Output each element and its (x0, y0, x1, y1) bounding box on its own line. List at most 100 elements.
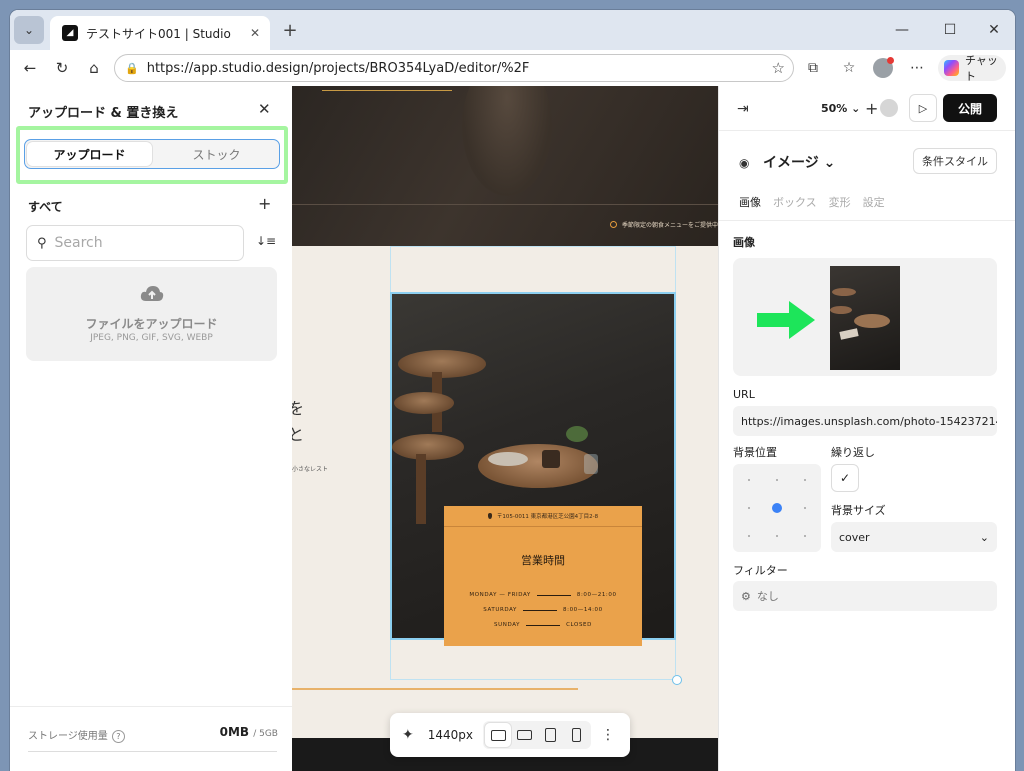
cloud-upload-icon (140, 286, 164, 301)
bg-size-select[interactable]: cover ⌄ (831, 522, 997, 552)
add-folder-button[interactable]: + (258, 194, 271, 213)
design-canvas[interactable]: 季節限定の朝食メニューをご提供中 を と 小さなレスト 〒105-0011 東京… (292, 86, 718, 771)
properties-panel: ⇥ 50% ⌄ + ▷ 公開 ◉ イメージ ⌄ 条件スタイル 画像 ボックス 変… (718, 86, 1015, 771)
arrow-right-icon (757, 301, 815, 339)
collapse-panel-icon[interactable]: ⇥ (737, 101, 749, 117)
storage-progress-track (28, 751, 277, 752)
bg-size-label: 背景サイズ (831, 504, 886, 517)
storage-usage: ストレージ使用量? 0MB / 5GB (10, 706, 292, 771)
extensions-icon[interactable]: ⧉ (800, 56, 826, 80)
tab-title: テストサイト001 | Studio (86, 26, 231, 41)
close-icon[interactable]: ✕ (258, 100, 271, 118)
repeat-checkbox[interactable]: ✓ (831, 464, 859, 492)
preview-button[interactable]: ▷ (909, 94, 937, 122)
breakpoint-width[interactable]: 1440px (428, 728, 473, 742)
upload-replace-panel: アップロード & 置き換え ✕ アップロード ストック すべて + ⚲ ↓≡ フ… (10, 86, 293, 771)
upload-dropzone[interactable]: ファイルをアップロード JPEG, PNG, GIF, SVG, WEBP (26, 267, 277, 361)
tab-transform[interactable]: 変形 (829, 194, 851, 210)
chevron-down-icon: ⌄ (23, 23, 35, 37)
dropzone-formats: JPEG, PNG, GIF, SVG, WEBP (90, 333, 213, 343)
new-tab-button[interactable]: + (278, 18, 302, 42)
close-icon[interactable]: ✕ (250, 26, 260, 40)
element-type-dropdown[interactable]: イメージ ⌄ (763, 152, 835, 172)
image-url-field[interactable]: https://images.unsplash.com/photo-154237… (733, 406, 997, 436)
tab-actions-menu[interactable]: ⌄ (14, 16, 44, 44)
section-text-fragment: 小さなレスト (292, 466, 329, 473)
visibility-icon[interactable]: ◉ (739, 156, 749, 170)
coffee-cup (542, 450, 560, 468)
tab-upload[interactable]: アップロード (27, 142, 152, 166)
circle-icon (610, 221, 617, 228)
mobile-icon[interactable] (563, 723, 589, 747)
divider (719, 220, 1015, 221)
hours-card: 〒105-0011 東京都港区芝公園4丁目2-8 営業時間 MONDAY — F… (444, 506, 642, 646)
hours-row: SUNDAY CLOSED (494, 622, 592, 628)
section-heading-fragment: を と (292, 399, 305, 444)
sparkle-icon[interactable]: ✦ (402, 727, 414, 743)
repeat-label: 繰り返し (831, 446, 875, 459)
maximize-button[interactable]: ☐ (932, 18, 968, 42)
address-url: https://app.studio.design/projects/BRO35… (146, 60, 530, 76)
back-button[interactable]: ← (16, 56, 44, 80)
url-label: URL (733, 388, 755, 401)
divider (719, 130, 1015, 131)
dropzone-title: ファイルをアップロード (85, 317, 218, 331)
help-icon[interactable]: ? (111, 730, 125, 743)
play-icon: ▷ (918, 101, 928, 115)
sort-icon[interactable]: ↓≡ (256, 234, 276, 248)
stool-leg (416, 454, 426, 524)
bg-position-center[interactable] (772, 503, 782, 513)
reload-button[interactable]: ↻ (48, 56, 76, 80)
home-button[interactable]: ⌂ (80, 56, 108, 80)
laptop-icon[interactable] (511, 723, 537, 747)
publish-button[interactable]: 公開 (943, 94, 997, 122)
section-label-all: すべて (28, 200, 63, 214)
conditional-style-button[interactable]: 条件スタイル (913, 148, 997, 174)
resize-handle[interactable] (672, 675, 682, 685)
tab-settings[interactable]: 設定 (863, 194, 885, 210)
favorite-star-icon[interactable]: ☆ (772, 59, 785, 77)
property-tabs: 画像 ボックス 変形 設定 (739, 194, 885, 210)
more-vertical-icon[interactable]: ⋮ (601, 727, 615, 743)
tab-image[interactable]: 画像 (739, 194, 761, 210)
plus-icon: + (865, 98, 879, 118)
more-menu-icon[interactable]: ⋯ (904, 56, 930, 80)
bg-position-label: 背景位置 (733, 446, 777, 459)
source-segmented-control: アップロード ストック (24, 139, 280, 169)
glass (584, 454, 598, 474)
profile-button[interactable] (870, 56, 896, 80)
cafe-table (478, 444, 598, 488)
storage-value: 0MB / 5GB (219, 725, 278, 739)
invite-collaborator[interactable]: + (865, 96, 905, 120)
tab-stock[interactable]: ストック (154, 140, 279, 168)
search-input[interactable] (52, 234, 227, 252)
bg-position-picker[interactable] (733, 464, 821, 552)
tab-box[interactable]: ボックス (773, 194, 817, 210)
address-bar[interactable]: 🔒 https://app.studio.design/projects/BRO… (114, 54, 794, 82)
child-box-guide (390, 640, 676, 680)
site-info-icon[interactable]: 🔒 (125, 62, 139, 75)
hours-row: SATURDAY 8:00—14:00 (483, 607, 603, 613)
address-row: 〒105-0011 東京都港区芝公園4丁目2-8 (444, 506, 642, 527)
hero-divider (292, 204, 718, 205)
tab-strip: ⌄ ◢ テストサイト001 | Studio ✕ + — ☐ ✕ (10, 10, 1015, 50)
avatar (873, 57, 894, 78)
favorites-icon[interactable]: ☆ (836, 56, 862, 80)
minimize-button[interactable]: — (884, 18, 920, 42)
hero-image (462, 86, 552, 196)
image-preview-box[interactable] (733, 258, 997, 376)
desktop-icon[interactable] (485, 723, 511, 747)
browser-tab[interactable]: ◢ テストサイト001 | Studio ✕ (50, 16, 270, 50)
stool (394, 392, 454, 414)
copilot-chat-button[interactable]: チャット (938, 54, 1006, 83)
filter-icon: ⚙ (741, 589, 751, 603)
zoom-dropdown[interactable]: 50% ⌄ (821, 102, 860, 115)
image-section-title: 画像 (733, 236, 755, 249)
window-close-button[interactable]: ✕ (976, 18, 1012, 42)
filter-select[interactable]: ⚙ なし (733, 581, 997, 611)
canvas-toolbar: ✦ 1440px ⋮ (390, 713, 630, 757)
check-icon: ✓ (839, 471, 851, 485)
browser-window: ⌄ ◢ テストサイト001 | Studio ✕ + — ☐ ✕ ← ↻ ⌂ 🔒… (10, 10, 1015, 771)
tablet-icon[interactable] (537, 723, 563, 747)
gold-frame (322, 86, 452, 91)
